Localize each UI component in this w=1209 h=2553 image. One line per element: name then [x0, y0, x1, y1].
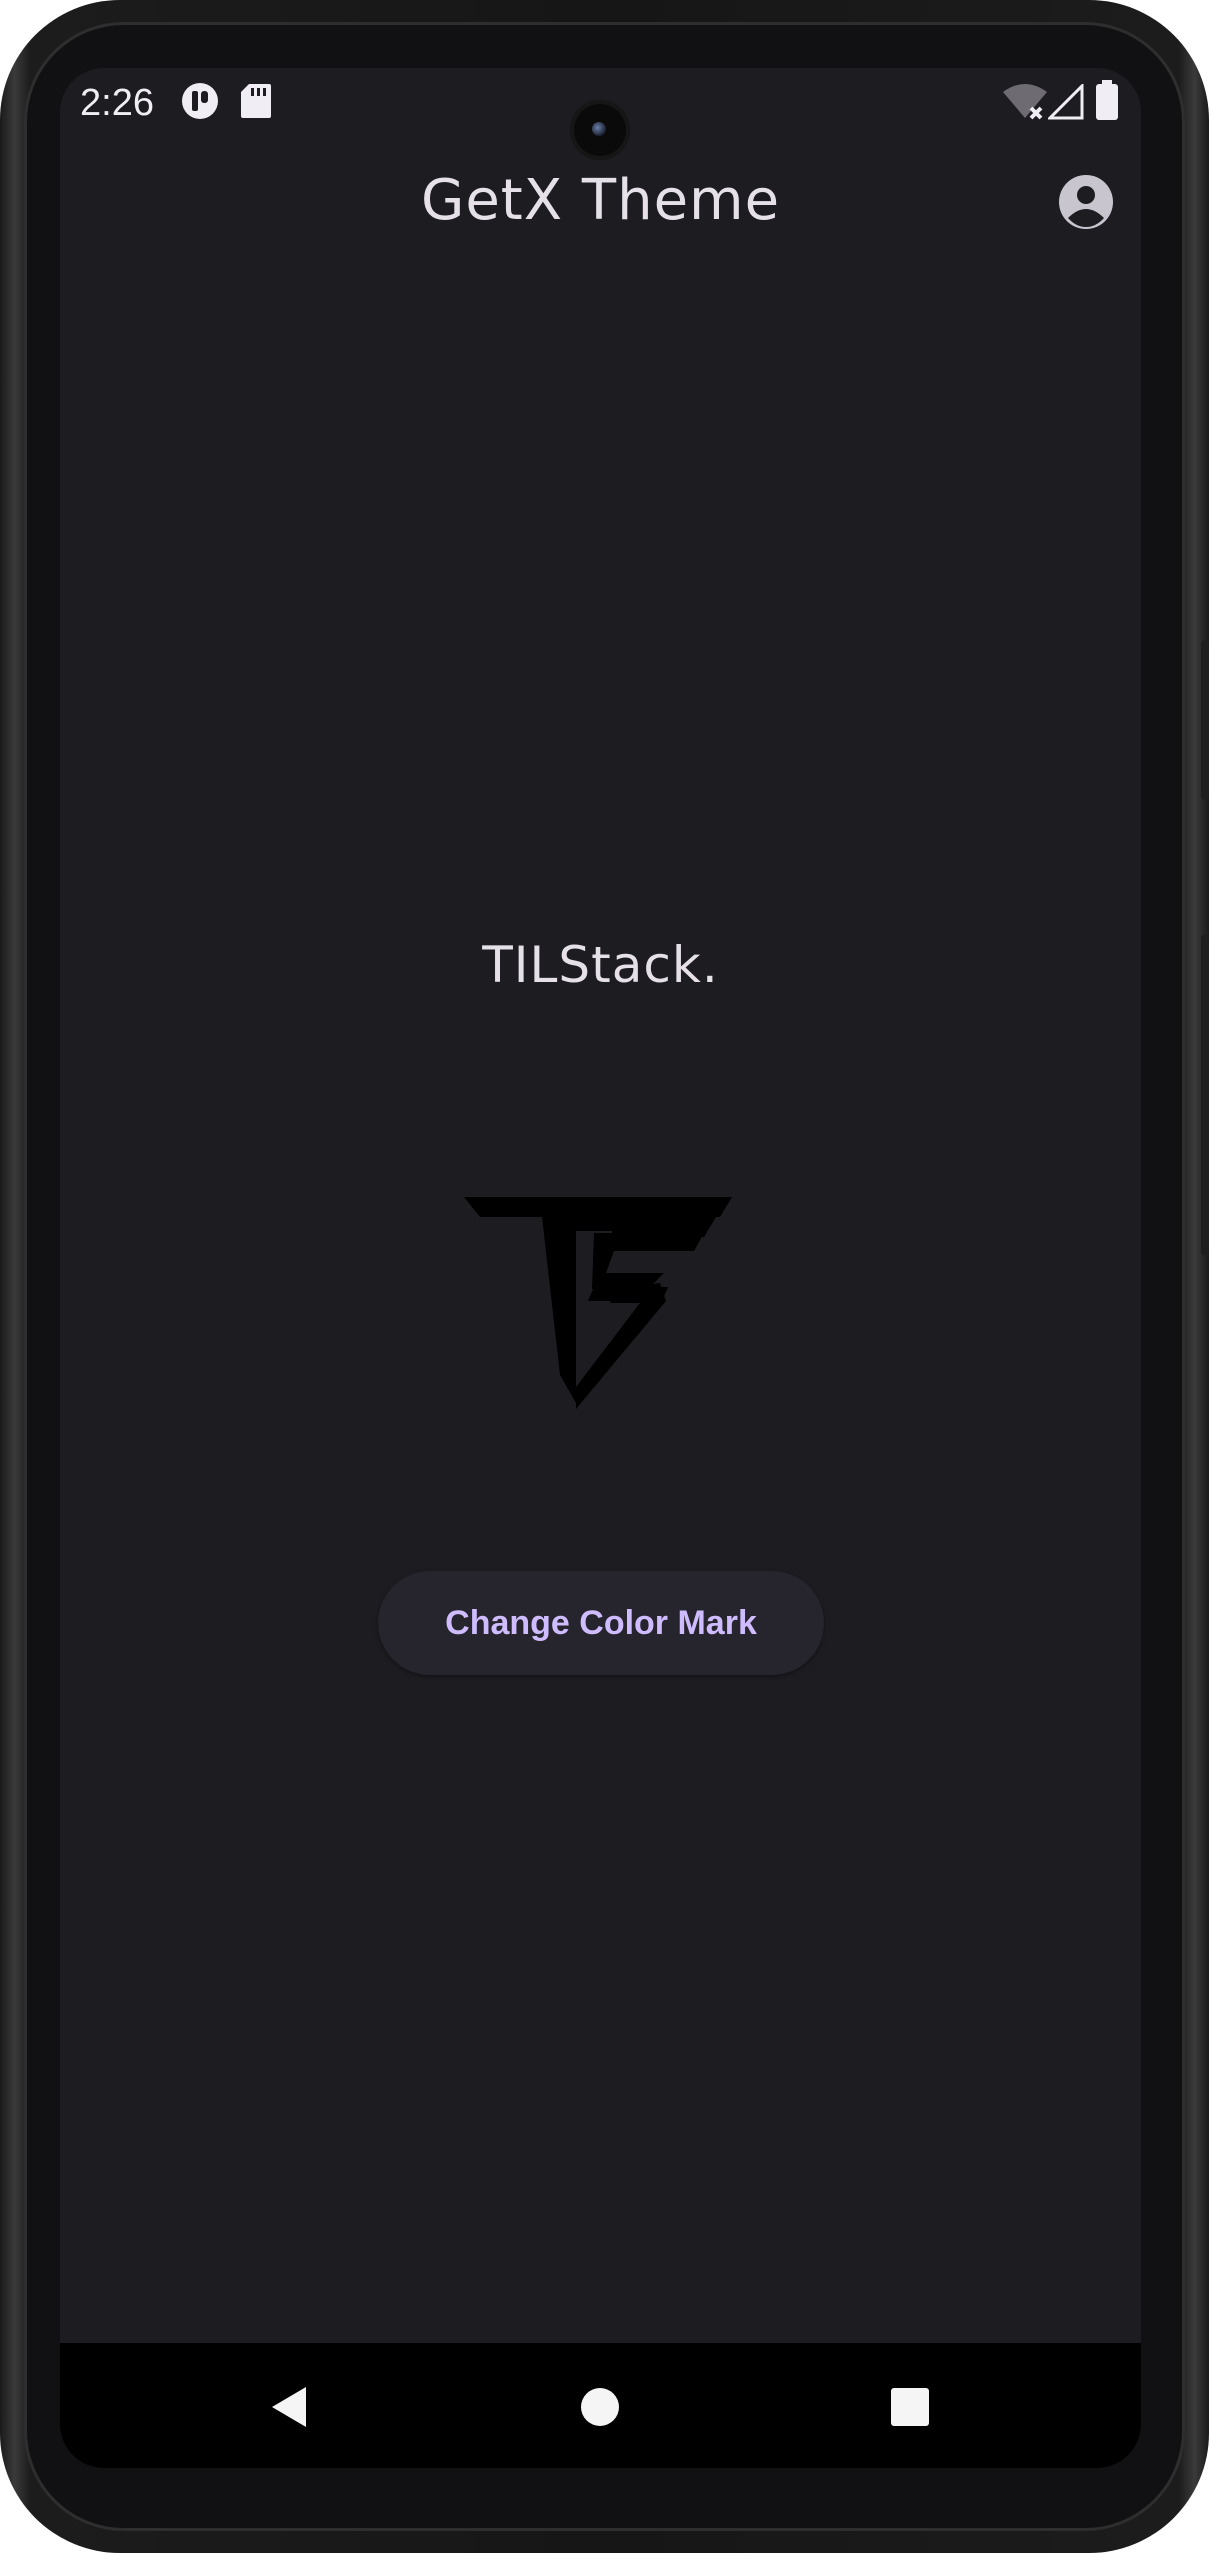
volume-button: [1201, 935, 1209, 1255]
recents-icon: [891, 2388, 929, 2426]
home-button[interactable]: [570, 2377, 630, 2437]
change-color-mark-button[interactable]: Change Color Mark: [378, 1571, 824, 1675]
sd-card-icon: [241, 84, 271, 122]
account-circle-icon: [1059, 175, 1113, 229]
wifi-off-icon: [1003, 84, 1047, 124]
ts-logo-mark: [464, 1193, 736, 1415]
phone-frame: 2:26 GetX Theme TILStack. Change Color M…: [0, 0, 1209, 2553]
status-time: 2:26: [80, 82, 154, 124]
system-nav-bar: [60, 2343, 1141, 2468]
cellular-signal-icon: [1046, 82, 1084, 124]
brand-text: TILStack.: [482, 936, 719, 994]
recents-button[interactable]: [880, 2377, 940, 2437]
back-icon: [272, 2387, 306, 2427]
app-title: GetX Theme: [420, 168, 781, 233]
power-button: [1201, 640, 1209, 800]
app-screen: 2:26 GetX Theme TILStack. Change Color M…: [60, 68, 1141, 2468]
home-icon: [581, 2388, 619, 2426]
front-camera: [570, 100, 630, 160]
battery-icon: [1096, 80, 1118, 124]
app-notification-icon: [181, 82, 219, 124]
account-button[interactable]: [1058, 174, 1114, 230]
back-button[interactable]: [264, 2377, 324, 2437]
